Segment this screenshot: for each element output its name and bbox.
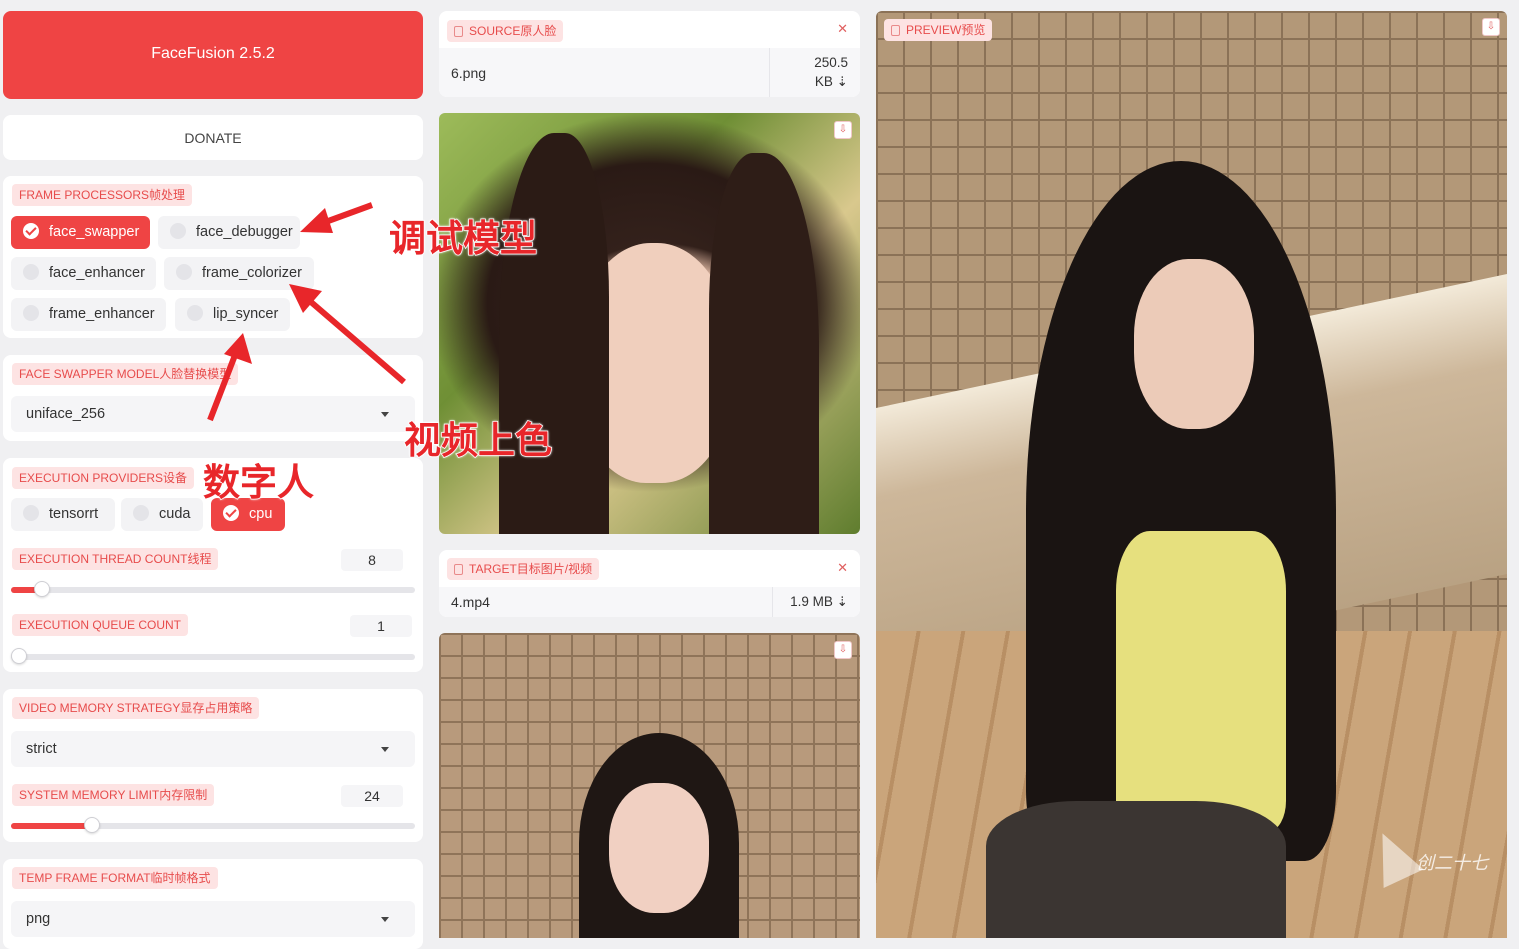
processor-face-debugger[interactable]: face_debugger	[158, 216, 300, 249]
checkbox-icon	[23, 505, 39, 521]
select-value: png	[26, 911, 51, 927]
file-icon	[454, 564, 463, 575]
slider-thumb[interactable]	[83, 817, 100, 833]
system-memory-limit-input[interactable]: 24	[341, 785, 403, 807]
app-title-banner: FaceFusion 2.5.2	[3, 11, 423, 99]
frame-processors-label: FRAME PROCESSORS帧处理	[12, 184, 193, 206]
source-label-chip: SOURCE原人脸	[447, 20, 564, 42]
source-file-name[interactable]: 6.png	[451, 65, 486, 81]
source-file-size-2[interactable]: KB ⇣	[815, 74, 848, 90]
execution-thread-count-input[interactable]: 8	[341, 549, 403, 571]
source-hair-right	[709, 153, 819, 534]
face-swapper-model-select[interactable]: uniface_256	[11, 396, 415, 432]
annotation-debug-model: 调试模型	[388, 217, 538, 260]
temp-frame-format-select[interactable]: png	[11, 901, 415, 937]
annotation-digital-human: 数字人	[202, 461, 315, 504]
preview-image: 创二十七	[876, 11, 1507, 938]
checkbox-icon	[133, 505, 149, 521]
download-icon[interactable]: ⇩	[834, 641, 852, 659]
source-file-size-1: 250.5	[814, 55, 848, 70]
preview-label: PREVIEW预览	[906, 23, 986, 37]
divider	[769, 48, 770, 97]
target-file-name[interactable]: 4.mp4	[451, 594, 490, 610]
target-file-size[interactable]: 1.9 MB ⇣	[790, 594, 848, 610]
execution-thread-count-label: EXECUTION THREAD COUNT线程	[12, 548, 219, 570]
image-icon	[891, 25, 900, 36]
processor-face-swapper[interactable]: face_swapper	[11, 216, 150, 249]
checkbox-icon	[223, 505, 239, 521]
system-memory-limit-label: SYSTEM MEMORY LIMIT内存限制	[12, 784, 215, 806]
download-icon[interactable]: ⇩	[834, 121, 852, 139]
source-hair-left	[499, 133, 609, 534]
processor-label: face_enhancer	[49, 265, 145, 281]
source-image: ⇩	[439, 113, 860, 534]
system-memory-limit-slider[interactable]	[11, 817, 415, 833]
checkbox-icon	[170, 223, 186, 239]
chevron-down-icon	[381, 412, 389, 417]
checkbox-icon	[23, 223, 39, 239]
temp-frame-format-label: TEMP FRAME FORMAT临时帧格式	[12, 867, 218, 889]
preview-face-shape	[1134, 259, 1254, 429]
provider-label: cpu	[249, 506, 273, 522]
preview-label-chip: PREVIEW预览	[884, 19, 993, 41]
execution-thread-count-slider[interactable]	[11, 581, 415, 597]
execution-providers-label: EXECUTION PROVIDERS设备	[12, 467, 195, 489]
target-file-row: 4.mp4 1.9 MB ⇣	[439, 587, 860, 617]
provider-label: cuda	[159, 506, 191, 522]
checkbox-icon	[176, 264, 192, 280]
processor-frame-enhancer[interactable]: frame_enhancer	[11, 298, 166, 331]
source-file-panel: SOURCE原人脸 ✕ 6.png 250.5 KB ⇣	[439, 11, 860, 97]
preview-top	[1116, 531, 1286, 831]
slider-thumb[interactable]	[33, 581, 50, 597]
processor-label: frame_colorizer	[202, 265, 302, 281]
close-icon[interactable]: ✕	[837, 560, 848, 576]
donate-button[interactable]: DONATE	[3, 115, 423, 160]
checkbox-icon	[23, 264, 39, 280]
processor-label: frame_enhancer	[49, 306, 155, 322]
donate-label: DONATE	[184, 130, 242, 146]
frame-processors-panel: FRAME PROCESSORS帧处理 face_swapper face_de…	[3, 176, 423, 338]
slider-fill	[11, 823, 92, 829]
close-icon[interactable]: ✕	[837, 21, 848, 37]
target-image: ⇩	[439, 633, 860, 938]
target-face-shape	[609, 783, 709, 913]
processor-label: lip_syncer	[213, 306, 279, 322]
processor-label: face_debugger	[196, 224, 293, 240]
execution-queue-count-slider[interactable]	[11, 648, 415, 664]
preview-pants	[986, 801, 1286, 938]
processor-label: face_swapper	[49, 224, 140, 240]
face-swapper-model-panel: FACE SWAPPER MODEL人脸替换模型 uniface_256	[3, 355, 423, 441]
provider-tensorrt[interactable]: tensorrt	[11, 498, 115, 531]
processor-face-enhancer[interactable]: face_enhancer	[11, 257, 156, 290]
chevron-down-icon	[381, 747, 389, 752]
slider-thumb[interactable]	[11, 648, 27, 664]
target-file-panel: TARGET目标图片/视频 ✕ 4.mp4 1.9 MB ⇣	[439, 550, 860, 617]
execution-queue-count-input[interactable]: 1	[350, 615, 412, 637]
processor-frame-colorizer[interactable]: frame_colorizer	[164, 257, 314, 290]
chevron-down-icon	[381, 917, 389, 922]
select-value: uniface_256	[26, 406, 106, 422]
divider	[772, 587, 773, 617]
provider-label: tensorrt	[49, 506, 99, 522]
source-file-row: 6.png 250.5 KB ⇣	[439, 48, 860, 97]
memory-panel: VIDEO MEMORY STRATEGY显存占用策略 strict SYSTE…	[3, 689, 423, 842]
annotation-video-colorize: 视频上色	[403, 419, 553, 462]
watermark-text: 创二十七	[1416, 853, 1488, 873]
temp-frame-format-panel: TEMP FRAME FORMAT临时帧格式 png	[3, 859, 423, 949]
video-memory-strategy-label: VIDEO MEMORY STRATEGY显存占用策略	[12, 697, 260, 719]
checkbox-icon	[187, 305, 203, 321]
processor-lip-syncer[interactable]: lip_syncer	[175, 298, 290, 331]
file-icon	[454, 26, 463, 37]
target-label-chip: TARGET目标图片/视频	[447, 558, 600, 580]
source-label: SOURCE原人脸	[469, 24, 557, 38]
provider-cuda[interactable]: cuda	[121, 498, 203, 531]
face-swapper-model-label: FACE SWAPPER MODEL人脸替换模型	[12, 363, 239, 385]
execution-queue-count-label: EXECUTION QUEUE COUNT	[12, 614, 189, 636]
target-label: TARGET目标图片/视频	[469, 562, 593, 576]
app-title: FaceFusion 2.5.2	[151, 45, 275, 62]
download-icon[interactable]: ⇩	[1482, 18, 1500, 36]
video-memory-strategy-select[interactable]: strict	[11, 731, 415, 767]
checkbox-icon	[23, 305, 39, 321]
select-value: strict	[26, 741, 57, 757]
